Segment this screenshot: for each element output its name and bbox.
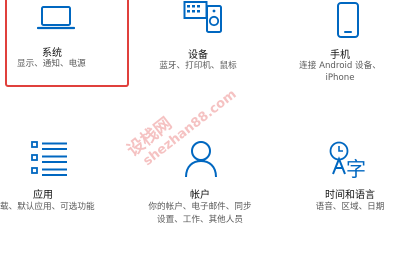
tile-description: 你的帐户、电子邮件、同步 [148, 202, 252, 212]
tile-description: 卸载、默认应用、可选功能 [0, 202, 95, 212]
tile-description: 显示、通知、电源 [17, 59, 86, 69]
tile-apps[interactable]: 应用 卸载、默认应用、可选功能 [0, 140, 110, 230]
laptop-icon [36, 4, 76, 38]
tile-description: 设置、工作、其他人员 [157, 215, 243, 225]
tile-title: 帐户 [190, 190, 210, 201]
tile-system[interactable]: 系统 显示、通知、电源 [5, 0, 129, 87]
person-icon [183, 140, 219, 182]
tile-title: 系统 [42, 48, 62, 59]
svg-text:字: 字 [346, 157, 366, 178]
tile-title: 设备 [188, 50, 208, 61]
tile-title: 应用 [33, 190, 53, 201]
tile-description: iPhone [325, 73, 355, 83]
tile-time-language[interactable]: 字 时间和语言 语音、区域、日期 [280, 140, 400, 230]
tile-title: 时间和语言 [325, 190, 375, 201]
tile-accounts[interactable]: 帐户 你的帐户、电子邮件、同步 设置、工作、其他人员 [130, 140, 270, 230]
tile-title: 手机 [330, 50, 350, 61]
tile-description: 连接 Android 设备、 [299, 61, 381, 71]
tile-description: 蓝牙、打印机、鼠标 [159, 61, 237, 71]
tile-devices[interactable]: 设备 蓝牙、打印机、鼠标 [140, 0, 264, 92]
phone-icon [335, 1, 361, 43]
devices-icon [183, 0, 223, 38]
apps-list-icon [30, 140, 70, 180]
tile-description: 语音、区域、日期 [315, 202, 385, 212]
tile-phone[interactable]: 手机 连接 Android 设备、 iPhone [275, 0, 400, 92]
time-language-icon: 字 [328, 140, 370, 182]
